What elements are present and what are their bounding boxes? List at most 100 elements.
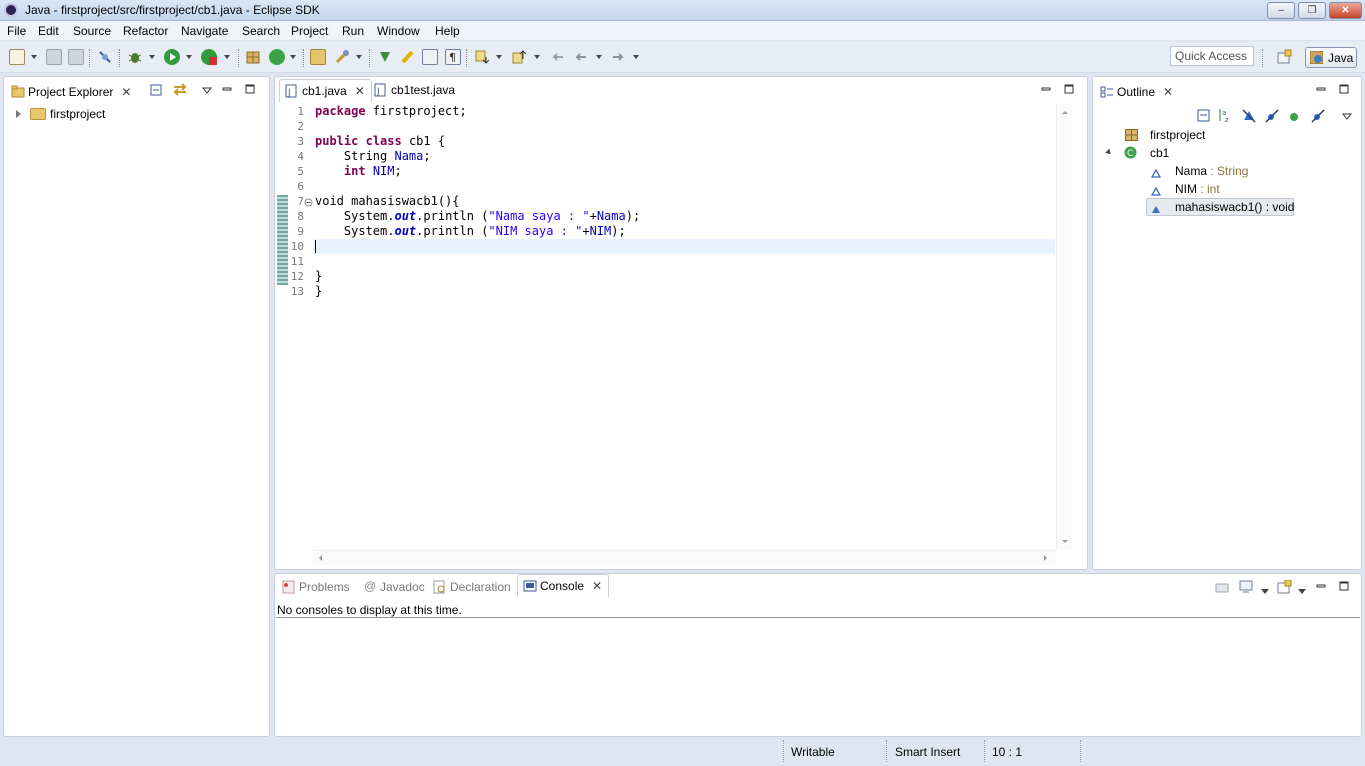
minimize-view-icon[interactable] [1316, 580, 1326, 590]
menu-source[interactable]: Source [73, 24, 111, 38]
display-console-icon[interactable] [1239, 580, 1253, 593]
save-all-icon[interactable] [68, 49, 84, 65]
tree-item-firstproject[interactable]: firstproject [16, 107, 136, 123]
external-tools-dropdown-icon[interactable] [224, 55, 230, 59]
block-selection-icon[interactable] [422, 49, 438, 65]
forward-icon[interactable] [610, 49, 626, 65]
code-line[interactable]: package firstproject; [315, 104, 467, 118]
highlight-icon[interactable] [400, 49, 416, 65]
hide-local-types-icon[interactable] [1310, 108, 1326, 124]
code-line[interactable]: } [315, 284, 322, 298]
menu-navigate[interactable]: Navigate [181, 24, 228, 38]
new-dropdown-icon[interactable] [31, 55, 37, 59]
menu-help[interactable]: Help [435, 24, 460, 38]
search-icon[interactable] [334, 49, 350, 65]
next-annotation-icon[interactable] [474, 49, 490, 65]
close-button[interactable]: ✕ [1329, 2, 1362, 19]
forward-dropdown-icon[interactable] [633, 55, 639, 59]
open-type-icon[interactable] [310, 49, 326, 65]
code-line[interactable]: System.out.println ("NIM saya : "+NIM); [315, 224, 626, 238]
menu-file[interactable]: File [7, 24, 26, 38]
previous-annotation-icon[interactable] [511, 49, 527, 65]
toolbar-separator [369, 49, 371, 67]
tab-problems[interactable]: Problems [277, 576, 356, 599]
code-line[interactable]: System.out.println ("Nama saya : "+Nama)… [315, 209, 640, 223]
view-menu-icon[interactable] [1342, 110, 1352, 120]
run-dropdown-icon[interactable] [186, 55, 192, 59]
menu-project[interactable]: Project [291, 24, 328, 38]
save-icon[interactable] [46, 49, 62, 65]
view-menu-icon[interactable] [202, 84, 212, 94]
new-java-package-icon[interactable] [245, 49, 261, 65]
menu-refactor[interactable]: Refactor [123, 24, 168, 38]
menu-run[interactable]: Run [342, 24, 364, 38]
new-java-class-icon[interactable] [269, 49, 285, 65]
open-console-dropdown-icon[interactable] [1298, 584, 1308, 594]
outline-icon [1100, 85, 1113, 99]
hide-static-icon[interactable] [1264, 108, 1280, 124]
vertical-scrollbar[interactable] [1056, 104, 1072, 550]
back-icon[interactable] [573, 49, 589, 65]
new-icon[interactable] [9, 49, 25, 65]
tab-cb1-java[interactable]: J cb1.java✕ [279, 79, 372, 102]
open-perspective-icon[interactable] [1276, 49, 1292, 65]
code-line[interactable]: void mahasiswacb1(){ [315, 194, 460, 208]
close-icon[interactable]: ✕ [355, 84, 365, 98]
back-dropdown-icon[interactable] [596, 55, 602, 59]
pin-console-icon[interactable] [1215, 581, 1229, 593]
code-line[interactable]: public class cb1 { [315, 134, 445, 148]
java-perspective-button[interactable]: Java [1305, 47, 1357, 68]
expand-icon[interactable] [16, 110, 21, 118]
search-dropdown-icon[interactable] [356, 55, 362, 59]
maximize-view-icon[interactable] [1064, 83, 1074, 93]
skip-breakpoints-icon[interactable] [97, 49, 113, 65]
menu-window[interactable]: Window [377, 24, 420, 38]
code-line[interactable]: String Nama; [315, 149, 431, 163]
quick-access-input[interactable]: Quick Access [1170, 46, 1254, 66]
minimize-view-icon[interactable] [1316, 83, 1326, 93]
collapse-all-icon[interactable] [1197, 109, 1211, 123]
outline-item-method[interactable]: mahasiswacb1() : void [1146, 198, 1294, 216]
menu-edit[interactable]: Edit [38, 24, 59, 38]
tab-outline[interactable]: Outline✕ [1095, 81, 1179, 104]
maximize-view-icon[interactable] [245, 83, 255, 93]
horizontal-scrollbar[interactable] [313, 550, 1056, 565]
tab-label: cb1.java [302, 84, 347, 98]
minimize-view-icon[interactable] [1041, 83, 1051, 93]
tab-declaration[interactable]: Declaration [428, 576, 517, 599]
maximize-button[interactable]: ❐ [1298, 2, 1326, 19]
external-tools-icon[interactable] [201, 49, 217, 65]
minimize-view-icon[interactable] [222, 83, 232, 93]
close-icon[interactable]: ✕ [1163, 85, 1173, 99]
hide-fields-icon[interactable] [1241, 108, 1257, 124]
debug-dropdown-icon[interactable] [149, 55, 155, 59]
next-annotation-dropdown-icon[interactable] [496, 55, 502, 59]
new-class-dropdown-icon[interactable] [290, 55, 296, 59]
close-icon[interactable]: ✕ [592, 579, 602, 593]
minimize-button[interactable]: – [1267, 2, 1295, 19]
run-icon[interactable] [164, 49, 180, 65]
code-line[interactable]: int NIM; [315, 164, 402, 178]
fold-collapse-icon[interactable] [304, 196, 313, 205]
menu-search[interactable]: Search [242, 24, 280, 38]
code-line[interactable]: } [315, 269, 322, 283]
tab-cb1test-java[interactable]: J cb1test.java [369, 79, 461, 102]
close-icon[interactable]: ✕ [121, 85, 131, 99]
sort-icon[interactable]: az [1217, 107, 1233, 123]
collapse-all-icon[interactable] [150, 84, 162, 96]
tab-console[interactable]: Console✕ [517, 574, 609, 597]
maximize-view-icon[interactable] [1339, 580, 1349, 590]
maximize-view-icon[interactable] [1339, 83, 1349, 93]
open-console-icon[interactable] [1277, 580, 1292, 594]
previous-annotation-dropdown-icon[interactable] [534, 55, 540, 59]
last-edit-location-icon[interactable] [550, 49, 566, 65]
tab-project-explorer[interactable]: Project Explorer✕ [6, 81, 137, 104]
display-console-dropdown-icon[interactable] [1261, 584, 1271, 594]
show-whitespace-icon[interactable]: ¶ [445, 49, 461, 65]
toggle-mark-occurrences-icon[interactable] [377, 49, 393, 65]
debug-icon[interactable] [127, 49, 143, 65]
link-with-editor-icon[interactable] [172, 82, 188, 96]
tab-javadoc[interactable]: @ Javadoc [358, 576, 431, 599]
tab-label: Javadoc [380, 580, 425, 594]
hide-non-public-icon[interactable] [1289, 111, 1299, 121]
